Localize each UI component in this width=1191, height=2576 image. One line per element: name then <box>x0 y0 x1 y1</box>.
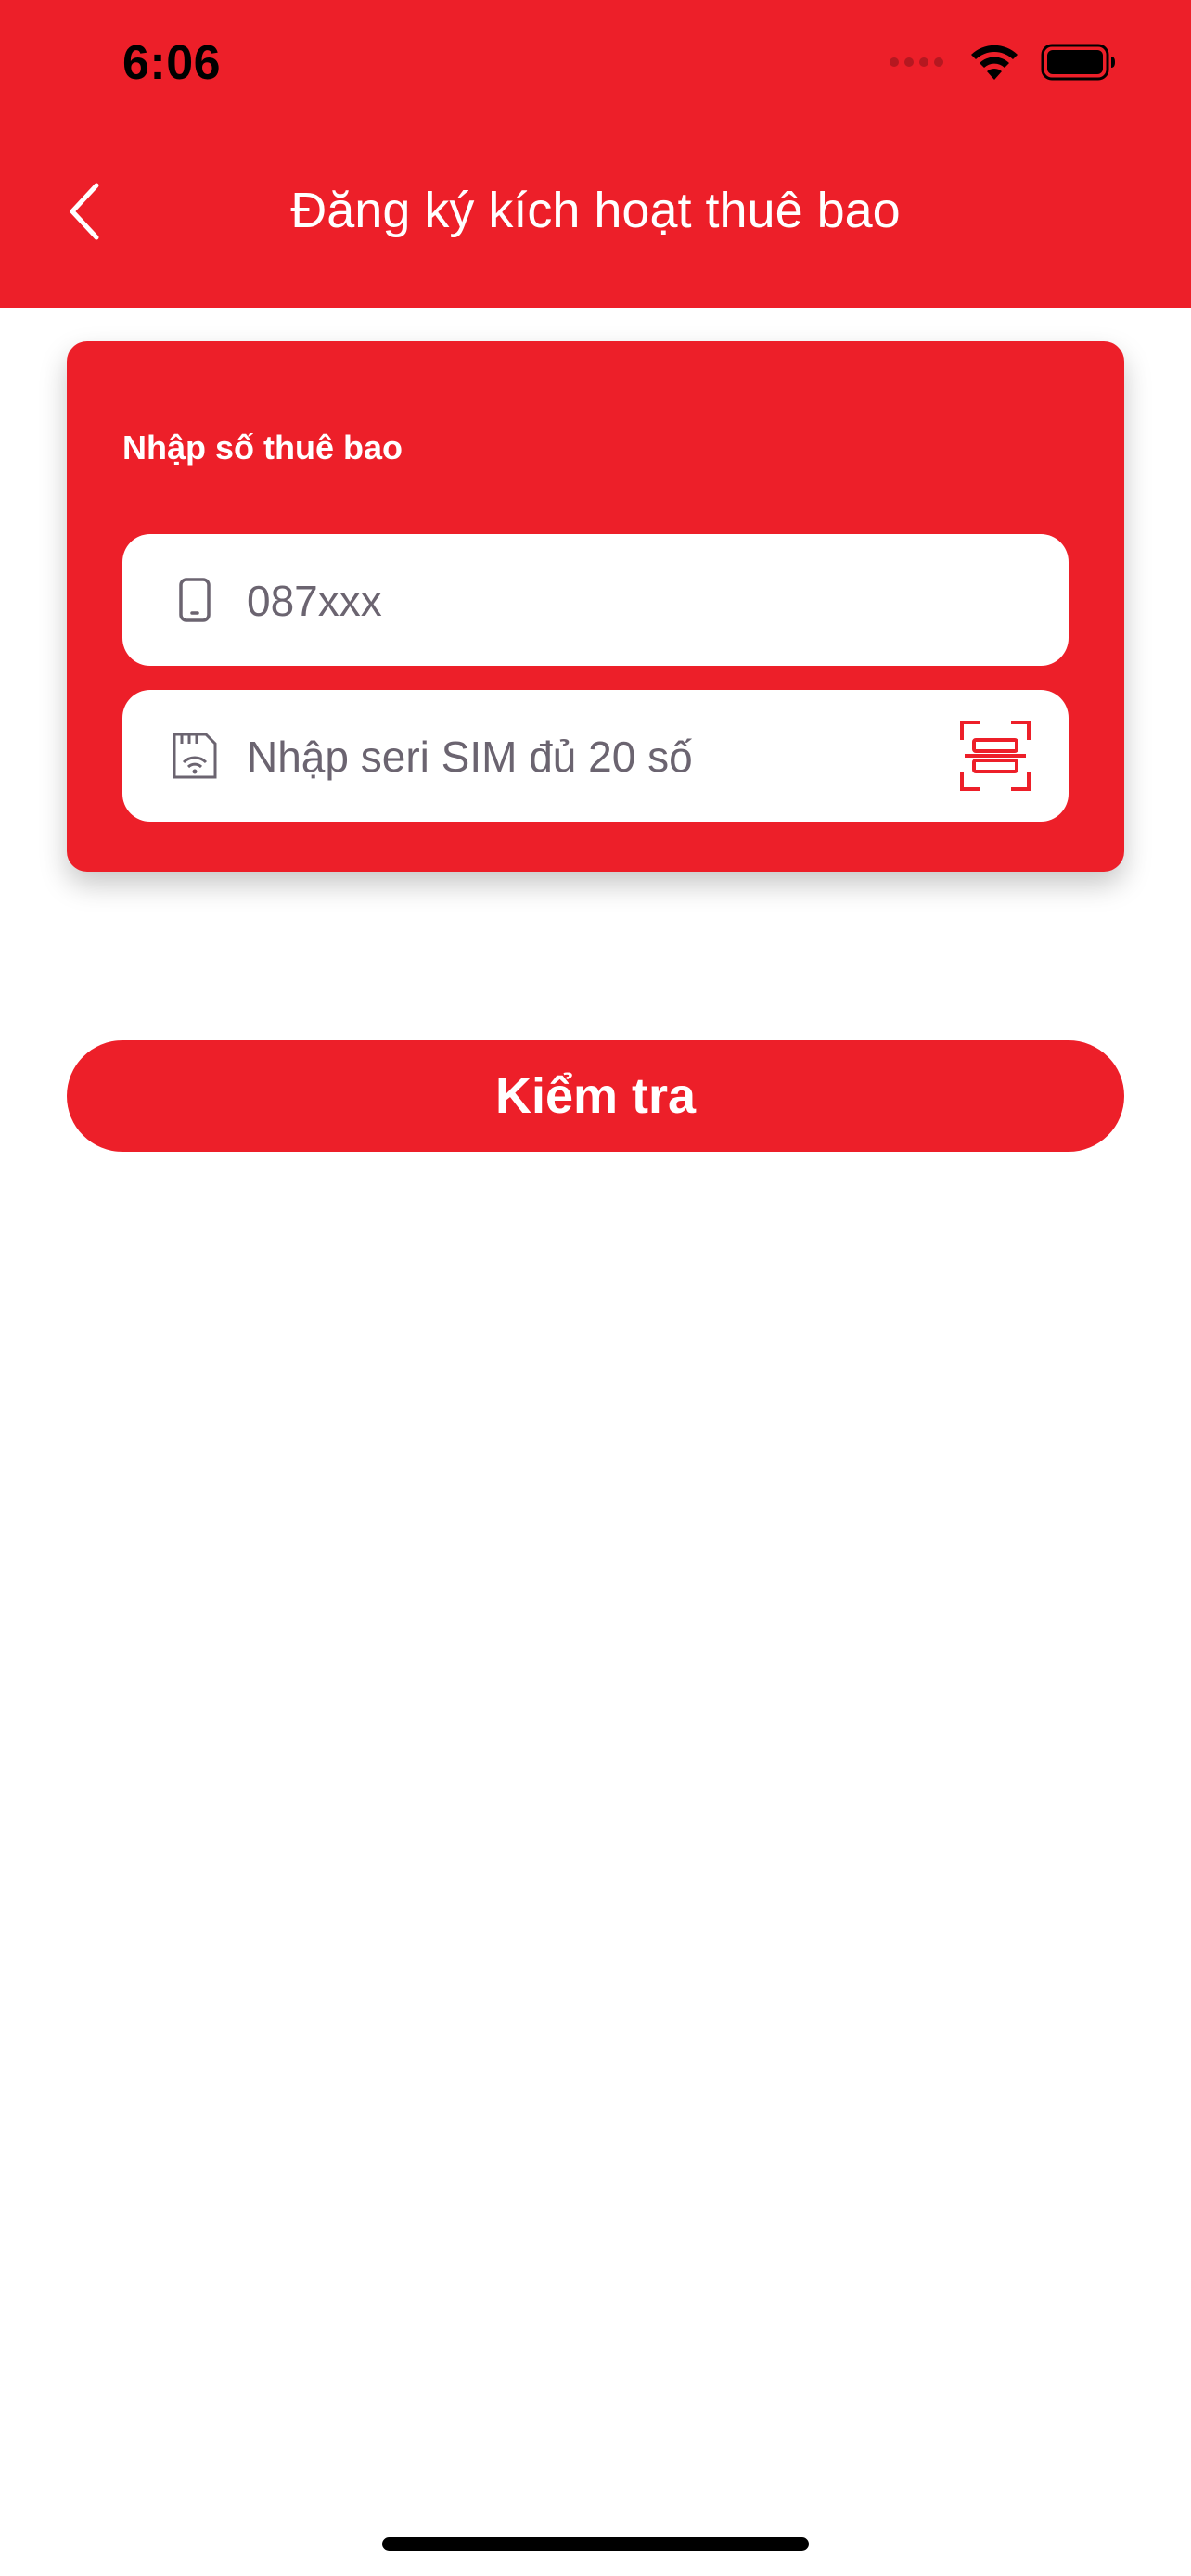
status-icons <box>889 43 1117 86</box>
wifi-icon <box>968 43 1020 86</box>
sim-card-icon <box>169 730 221 782</box>
battery-icon <box>1041 44 1117 85</box>
cellular-dots-icon <box>889 56 948 73</box>
app-header: 6:06 Đăng ký kích hoạt thuê bao <box>0 0 1191 308</box>
sim-serial-input[interactable] <box>245 690 935 823</box>
check-button[interactable]: Kiểm tra <box>67 1040 1124 1152</box>
screen: 6:06 Đăng ký kích hoạt thuê bao Nhập số … <box>0 0 1191 2576</box>
form-label: Nhập số thuê bao <box>122 428 403 466</box>
barcode-scan-icon[interactable] <box>959 720 1031 792</box>
status-time: 6:06 <box>122 36 222 90</box>
subscriber-form-card: Nhập số thuê bao <box>67 341 1124 872</box>
page-title: Đăng ký kích hoạt thuê bao <box>290 183 901 238</box>
phone-icon <box>169 574 221 626</box>
home-indicator <box>382 2537 809 2551</box>
phone-number-field[interactable] <box>122 534 1069 668</box>
phone-number-input[interactable] <box>245 534 935 668</box>
sim-serial-field[interactable] <box>122 690 1069 823</box>
